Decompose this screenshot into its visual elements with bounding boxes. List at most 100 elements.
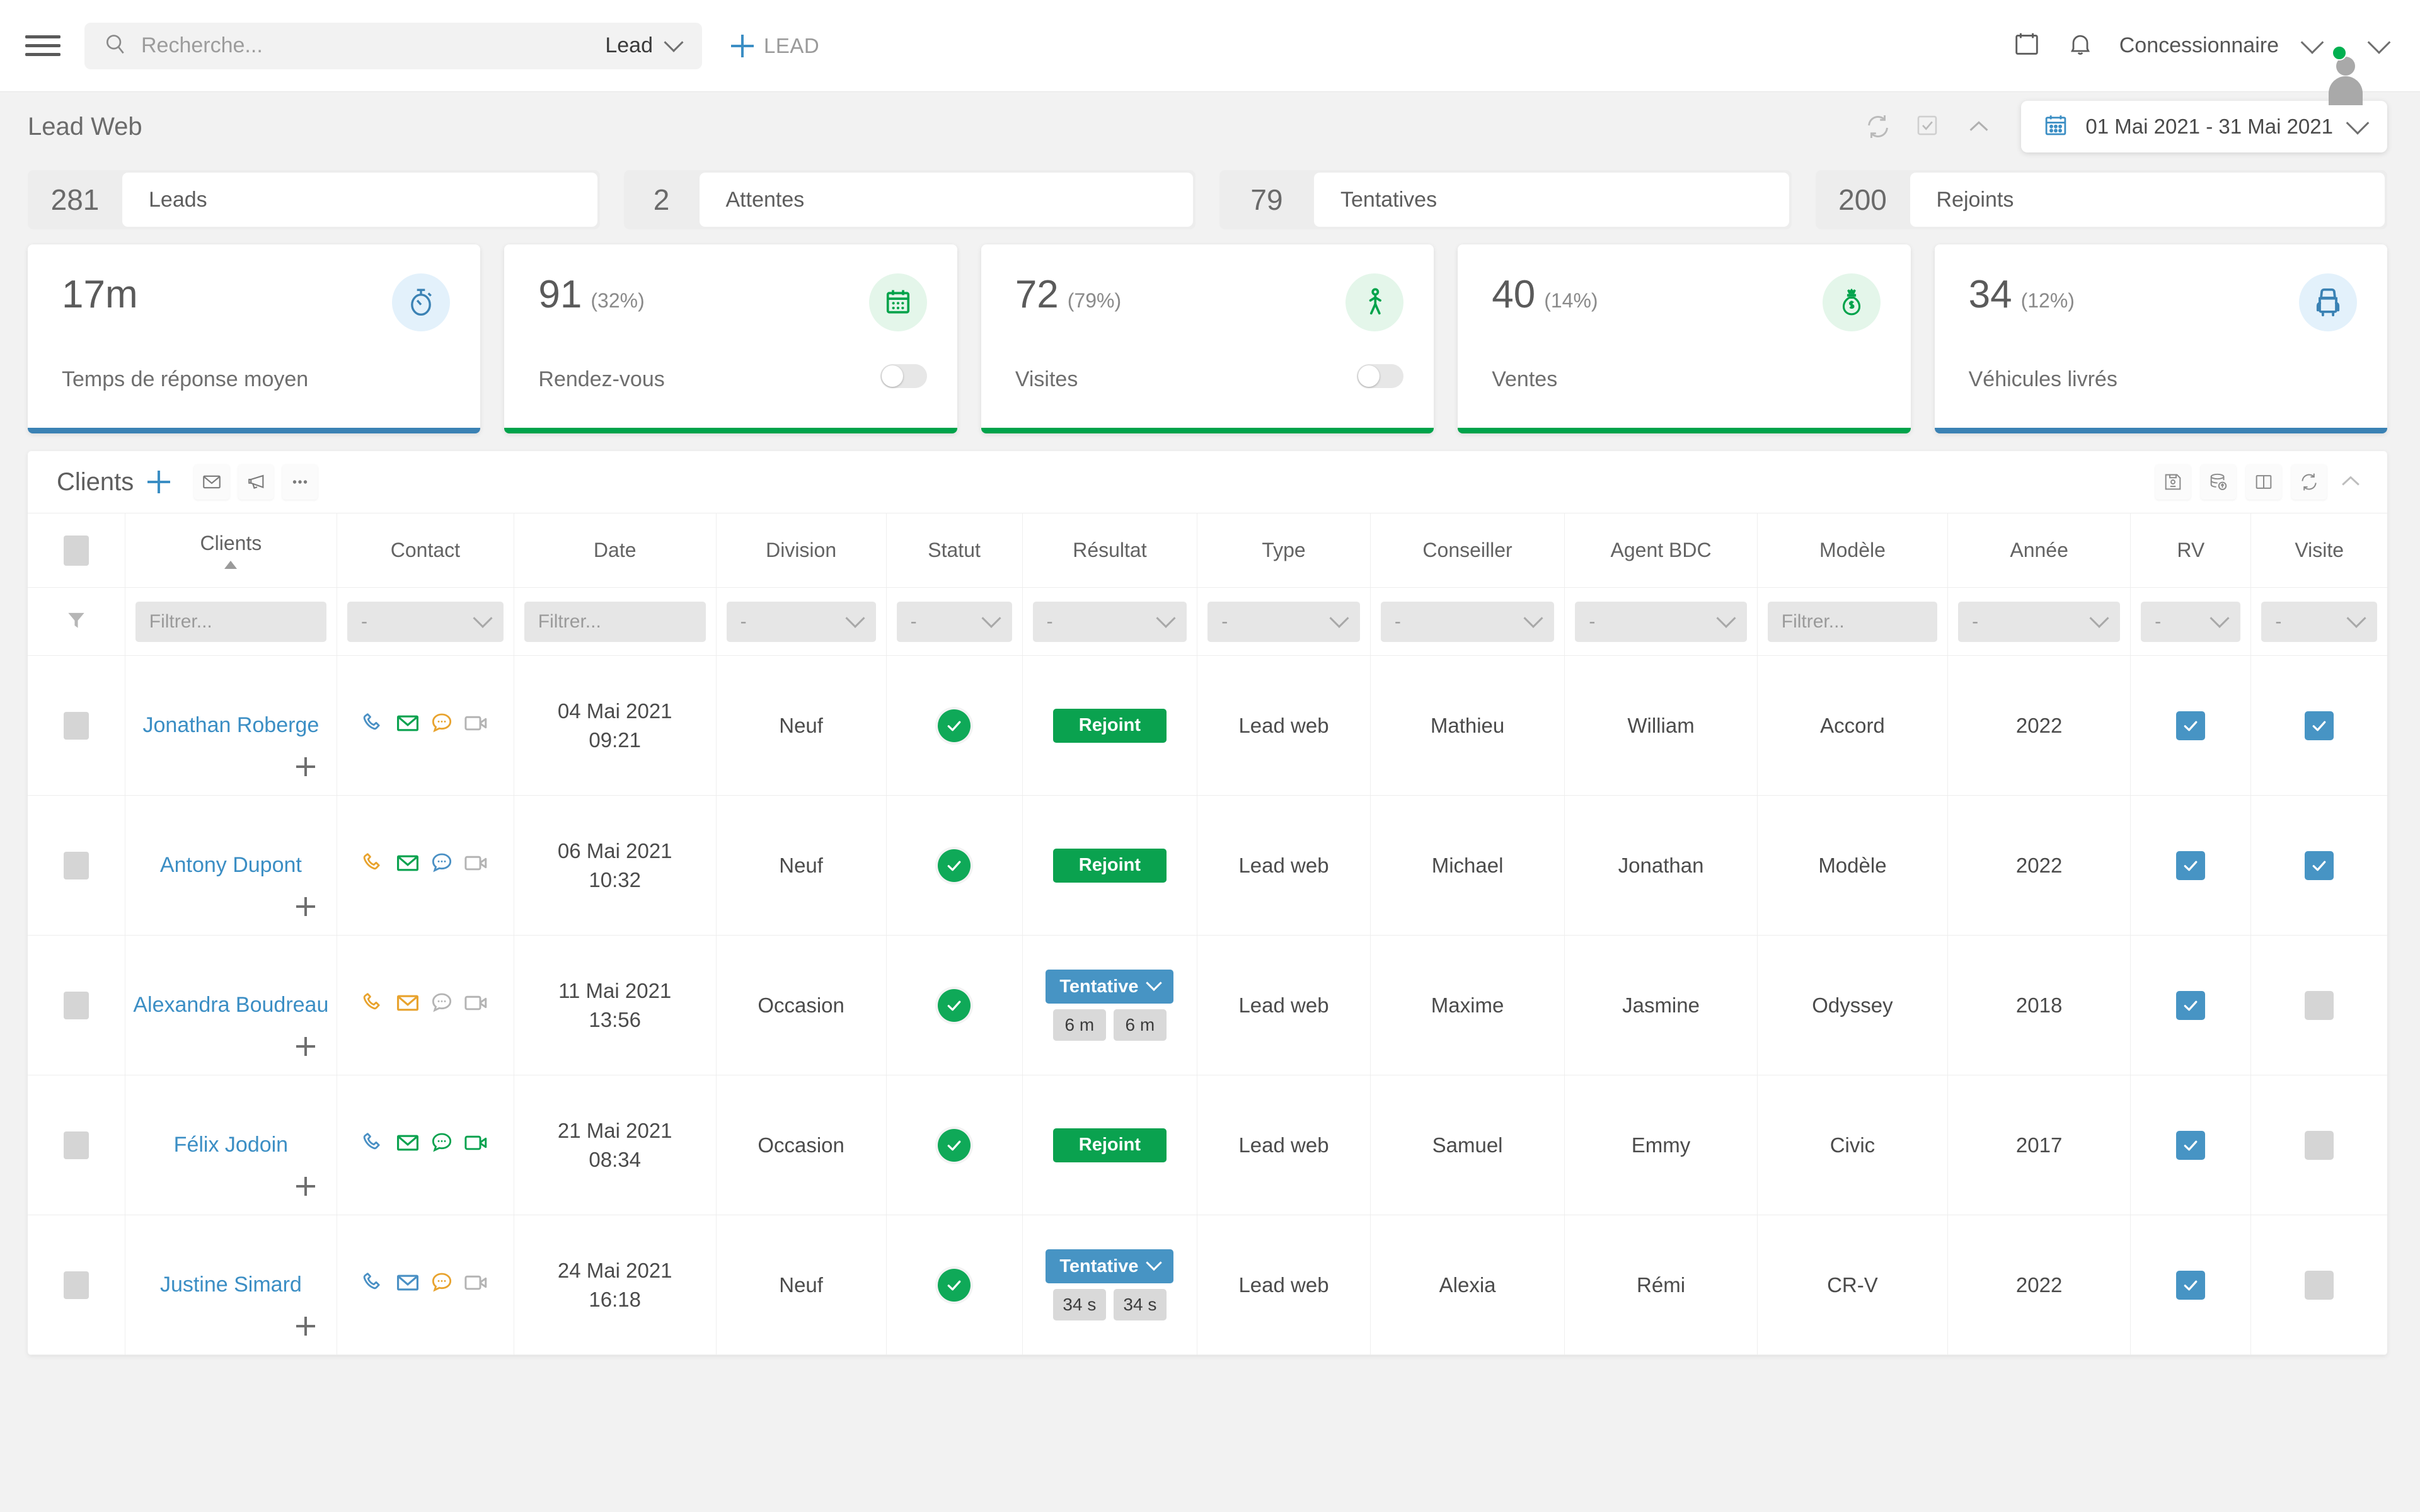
stat-leads[interactable]: 281 Leads [28, 170, 600, 229]
visite-checkbox[interactable] [2305, 1270, 2334, 1300]
column-header-statut[interactable]: Statut [886, 513, 1023, 588]
search-scope-label[interactable]: Lead [605, 33, 653, 58]
cell-client[interactable]: Antony Dupont [125, 795, 338, 936]
video-camera-icon[interactable] [463, 710, 489, 742]
phone-icon[interactable] [361, 850, 386, 881]
resultat-badge[interactable]: Rejoint [1052, 848, 1167, 883]
chat-bubble-icon[interactable] [429, 850, 454, 881]
column-header-type[interactable]: Type [1197, 513, 1371, 588]
visite-checkbox[interactable] [2305, 990, 2334, 1020]
phone-icon[interactable] [361, 1130, 386, 1160]
cell-client[interactable]: Justine Simard [125, 1215, 338, 1355]
resultat-badge[interactable]: Rejoint [1052, 708, 1167, 743]
row-checkbox[interactable] [63, 991, 89, 1019]
date-range-picker[interactable]: 01 Mai 2021 - 31 Mai 2021 [2021, 101, 2387, 152]
rv-checkbox[interactable] [2176, 850, 2206, 880]
column-header-division[interactable]: Division [716, 513, 887, 588]
kpi-toggle-rendez-vous[interactable] [880, 364, 927, 388]
add-row-detail-icon[interactable] [296, 757, 316, 776]
column-header-agent-bdc[interactable]: Agent BDC [1564, 513, 1758, 588]
cell-client[interactable]: Jonathan Roberge [125, 655, 338, 796]
kpi-card-visites[interactable]: 72 (79%) Visites [981, 244, 1434, 433]
save-icon[interactable] [2155, 464, 2191, 500]
chat-bubble-icon[interactable] [429, 711, 454, 741]
column-header-visite[interactable]: Visite [2250, 513, 2387, 588]
filter-cell-modele[interactable]: Filtrer... [1757, 587, 1949, 656]
table-row[interactable]: Jonathan Roberge 04 Mai 2021 09:21 Neuf R… [28, 655, 2387, 796]
filter-cell-contact[interactable]: - [337, 587, 514, 656]
cell-client[interactable]: Alexandra Boudreau [125, 935, 338, 1075]
filter-cell-visite[interactable]: - [2250, 587, 2387, 656]
chevron-down-icon[interactable] [2367, 30, 2391, 54]
stat-attentes[interactable]: 2 Attentes [623, 170, 1196, 229]
envelope-icon[interactable] [395, 1130, 421, 1161]
visite-checkbox[interactable] [2305, 711, 2334, 740]
envelope-icon[interactable] [395, 990, 421, 1021]
filter-select-type[interactable]: - [1207, 601, 1360, 642]
refresh-icon[interactable] [1864, 112, 1893, 141]
filter-select-division[interactable]: - [726, 601, 876, 642]
row-select-cell[interactable] [28, 655, 125, 796]
visite-checkbox[interactable] [2305, 850, 2334, 880]
column-header-rv[interactable]: RV [2130, 513, 2252, 588]
cell-client[interactable]: Félix Jodoin [125, 1075, 338, 1215]
filter-input-modele[interactable]: Filtrer... [1767, 601, 1938, 642]
filter-cell-type[interactable]: - [1197, 587, 1371, 656]
row-select-cell[interactable] [28, 1215, 125, 1355]
table-row[interactable]: Alexandra Boudreau 11 Mai 2021 13:56 Occa… [28, 935, 2387, 1075]
envelope-icon[interactable] [395, 710, 421, 742]
filter-cell-agent-bdc[interactable]: - [1564, 587, 1758, 656]
refresh-icon[interactable] [2291, 464, 2327, 500]
kpi-card-rendez-vous[interactable]: 91 (32%) Rendez-vous [504, 244, 957, 433]
chat-bubble-icon[interactable] [429, 1270, 454, 1300]
filter-select-visite[interactable]: - [2261, 601, 2377, 642]
client-name-link[interactable]: Antony Dupont [160, 853, 302, 877]
filter-input-clients[interactable]: Filtrer... [135, 601, 327, 642]
client-name-link[interactable]: Jonathan Roberge [143, 713, 320, 737]
chevron-down-icon[interactable] [2300, 30, 2324, 54]
video-camera-icon[interactable] [463, 850, 489, 881]
rv-checkbox[interactable] [2176, 990, 2206, 1020]
hamburger-menu-icon[interactable] [25, 28, 60, 64]
row-checkbox[interactable] [63, 1271, 89, 1299]
filter-input-date[interactable]: Filtrer... [524, 601, 706, 642]
add-row-detail-icon[interactable] [296, 1177, 316, 1196]
column-header-date[interactable]: Date [514, 513, 717, 588]
filter-select-rv[interactable]: - [2141, 601, 2241, 642]
column-header-annee[interactable]: Année [1947, 513, 2131, 588]
filter-cell-statut[interactable]: - [886, 587, 1023, 656]
video-camera-icon[interactable] [463, 990, 489, 1021]
database-upload-icon[interactable] [2201, 464, 2236, 500]
filter-toggle-cell[interactable] [28, 587, 125, 656]
calendar-icon[interactable] [2012, 30, 2041, 62]
column-header-resultat[interactable]: Résultat [1022, 513, 1198, 588]
collapse-chevron-icon[interactable] [1964, 112, 1993, 141]
envelope-icon[interactable] [395, 850, 421, 881]
resultat-badge[interactable]: Rejoint [1052, 1128, 1167, 1162]
row-checkbox[interactable] [63, 851, 89, 879]
resultat-badge[interactable]: Tentative [1046, 1249, 1174, 1283]
table-row[interactable]: Antony Dupont 06 Mai 2021 10:32 Neuf Rejo… [28, 795, 2387, 936]
row-select-cell[interactable] [28, 1075, 125, 1215]
envelope-icon[interactable] [194, 464, 230, 500]
client-name-link[interactable]: Félix Jodoin [174, 1133, 288, 1157]
visite-checkbox[interactable] [2305, 1130, 2334, 1160]
phone-icon[interactable] [361, 711, 386, 741]
filter-select-statut[interactable]: - [896, 601, 1012, 642]
select-all-checkbox[interactable] [63, 535, 89, 566]
column-header-clients[interactable]: Clients [125, 513, 338, 588]
kpi-toggle-visites[interactable] [1357, 364, 1404, 388]
table-row[interactable]: Justine Simard 24 Mai 2021 16:18 Neuf Ten… [28, 1215, 2387, 1355]
stat-rejoints[interactable]: 200 Rejoints [1815, 170, 2387, 229]
stat-tentatives[interactable]: 79 Tentatives [1219, 170, 1792, 229]
filter-cell-resultat[interactable]: - [1022, 587, 1198, 656]
add-client-button[interactable] [146, 469, 171, 495]
filter-select-annee[interactable]: - [1958, 601, 2121, 642]
kpi-card-temps-reponse[interactable]: 17m Temps de réponse moyen [28, 244, 481, 433]
row-select-cell[interactable] [28, 795, 125, 936]
filter-cell-conseiller[interactable]: - [1370, 587, 1565, 656]
checkbox-icon[interactable] [1914, 112, 1943, 141]
filter-cell-division[interactable]: - [716, 587, 887, 656]
chat-bubble-icon[interactable] [429, 990, 454, 1021]
phone-icon[interactable] [361, 990, 386, 1021]
